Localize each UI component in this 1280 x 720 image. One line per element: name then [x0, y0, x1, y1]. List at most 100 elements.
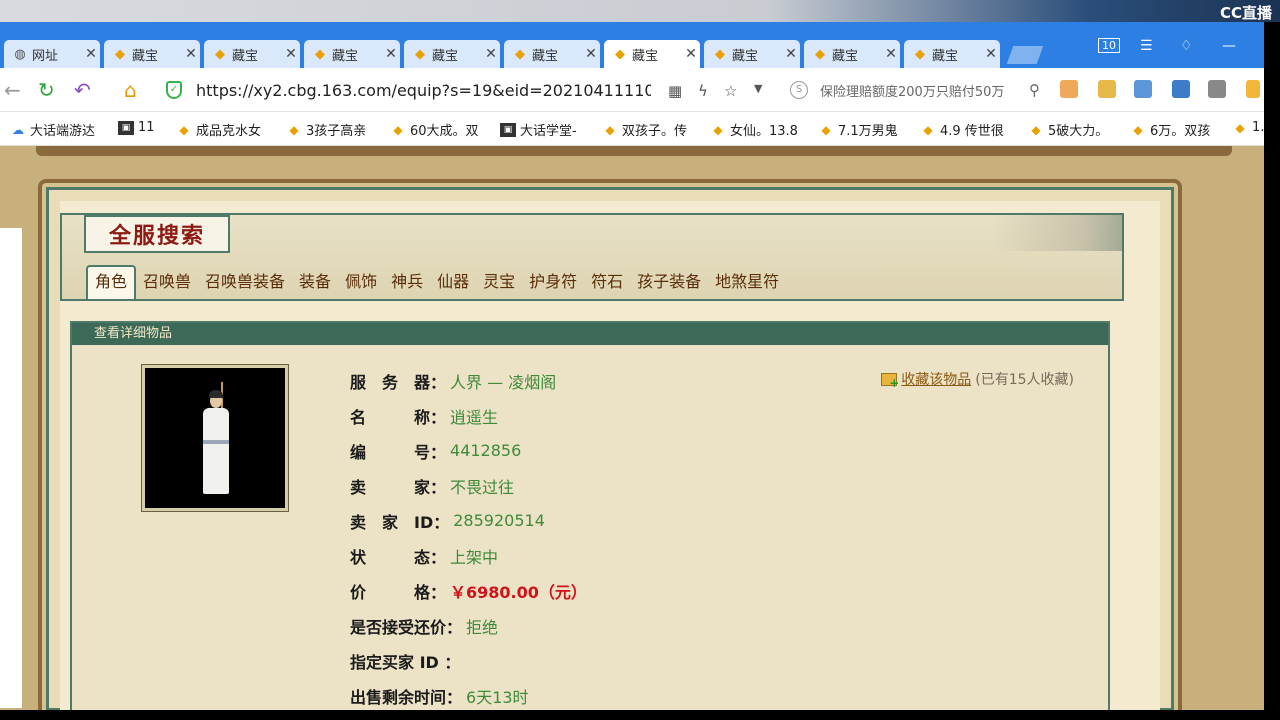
tab-label: 藏宝	[332, 48, 359, 64]
bookmark-item[interactable]: ◆ 6万。双孩	[1130, 120, 1210, 140]
star-icon[interactable]: ☆	[724, 82, 737, 100]
chick-icon: ◆	[815, 46, 825, 62]
tab-immortal-tool[interactable]: 仙器	[430, 265, 476, 299]
chick-icon: ◆	[115, 46, 125, 62]
close-icon[interactable]: ✕	[482, 46, 500, 62]
favorite-count: (已有15人收藏)	[975, 372, 1074, 388]
search-title: 全服搜索	[84, 215, 230, 253]
item-detail-panel: 查看详细物品 收藏该物品 (已有15人收藏)	[70, 321, 1110, 710]
close-icon[interactable]: ✕	[182, 46, 200, 62]
close-icon[interactable]: ✕	[982, 46, 1000, 62]
menu-icon[interactable]: ☰	[1140, 38, 1153, 54]
chick-icon: ◆	[713, 122, 723, 137]
back-icon[interactable]: ←	[4, 78, 21, 102]
security-shield-icon: ✓	[166, 81, 182, 99]
tab-label: 藏宝	[832, 48, 859, 64]
bookmark-item[interactable]: ◆ 成品克水女	[176, 120, 261, 140]
chick-icon: ◆	[1133, 122, 1143, 137]
tab-3[interactable]: ◆ 藏宝 ✕	[304, 40, 400, 68]
close-icon[interactable]: ✕	[382, 46, 400, 62]
tab-divine-weapon[interactable]: 神兵	[384, 265, 430, 299]
minimize-icon[interactable]: —	[1222, 38, 1236, 54]
tab-equipment[interactable]: 装备	[292, 265, 338, 299]
chick-icon: ◆	[1031, 122, 1041, 137]
tab-spirit-treasure[interactable]: 灵宝	[476, 265, 522, 299]
bookmark-item[interactable]: ◆ 5破大力。	[1028, 120, 1108, 140]
field-seller-id: 卖 家 ID： 285920514	[350, 511, 545, 532]
extension-icon[interactable]	[1060, 80, 1078, 98]
chick-icon: ◆	[515, 46, 525, 62]
search-box[interactable]: S 保险理赔额度200万只赔付50万 ⚲	[790, 76, 1040, 104]
tab-star-talisman[interactable]: 地煞星符	[708, 265, 786, 299]
bookmarks-bar: ☁ 大话端游达 ▣ 11 ◆ 成品克水女 ◆ 3孩子高亲 ◆ 60大成。双 ▣ 大话学堂- …	[0, 112, 1264, 146]
tab-5[interactable]: ◆ 藏宝 ✕	[504, 40, 600, 68]
tab-amulet[interactable]: 护身符	[522, 265, 584, 299]
bookmark-item[interactable]: ◆ 双孩子。传	[602, 120, 687, 140]
tab-accessory[interactable]: 佩饰	[338, 265, 384, 299]
home-icon[interactable]: ⌂	[124, 78, 137, 102]
close-icon[interactable]: ✕	[582, 46, 600, 62]
globe-icon: ◍	[14, 46, 26, 62]
tab-bar: ◍ 网址 ✕ ◆ 藏宝 ✕ ◆ 藏宝 ✕ ◆ 藏宝 ✕ ◆ 藏宝 ✕ ◆ 藏宝 …	[0, 22, 1264, 68]
page-top-border	[36, 146, 1232, 156]
tab-1[interactable]: ◆ 藏宝 ✕	[104, 40, 200, 68]
url-text[interactable]: https://xy2.cbg.163.com/equip?s=19&eid=2…	[196, 81, 651, 100]
category-tabs: 角色 召唤兽 召唤兽装备 装备 佩饰 神兵 仙器 灵宝 护身符 符石 孩子装备 …	[86, 265, 786, 299]
tab-rune-stone[interactable]: 符石	[584, 265, 630, 299]
browser-window: ◍ 网址 ✕ ◆ 藏宝 ✕ ◆ 藏宝 ✕ ◆ 藏宝 ✕ ◆ 藏宝 ✕ ◆ 藏宝 …	[0, 22, 1264, 710]
tab-0[interactable]: ◍ 网址 ✕	[4, 40, 100, 68]
search-input[interactable]: 保险理赔额度200万只赔付50万	[820, 81, 1023, 100]
chick-icon: ◆	[315, 46, 325, 62]
tab-summon-beast[interactable]: 召唤兽	[136, 265, 198, 299]
chick-icon: ◆	[415, 46, 425, 62]
bookmark-item[interactable]: ◆ 女仙。13.8	[710, 120, 798, 140]
chick-icon: ◆	[615, 46, 625, 62]
close-icon[interactable]: ✕	[782, 46, 800, 62]
bookmark-item[interactable]: ◆ 1.	[1232, 120, 1264, 135]
close-icon[interactable]: ✕	[882, 46, 900, 62]
scissors-icon[interactable]	[1208, 80, 1226, 98]
screenshot-icon[interactable]	[1172, 80, 1190, 98]
tab-4[interactable]: ◆ 藏宝 ✕	[404, 40, 500, 68]
close-icon[interactable]: ✕	[82, 46, 100, 62]
bookmark-item[interactable]: ▣ 11	[118, 120, 155, 135]
tab-7[interactable]: ◆ 藏宝 ✕	[704, 40, 800, 68]
bookmark-item[interactable]: ◆ 7.1万男鬼	[818, 120, 897, 140]
tab-label: 藏宝	[132, 48, 159, 64]
chick-icon: ◆	[179, 122, 189, 137]
tab-2[interactable]: ◆ 藏宝 ✕	[204, 40, 300, 68]
lightning-icon[interactable]: ϟ	[698, 82, 708, 100]
undo-icon[interactable]: ↶	[74, 78, 91, 102]
search-engine-icon: S	[790, 81, 808, 99]
translate-icon[interactable]	[1134, 80, 1152, 98]
tab-label: 网址	[32, 48, 59, 64]
refresh-icon[interactable]: ↻	[38, 78, 55, 102]
tab-child-equipment[interactable]: 孩子装备	[630, 265, 708, 299]
left-margin	[0, 228, 22, 708]
tab-count-badge[interactable]: 10	[1098, 38, 1120, 53]
search-icon[interactable]: ⚲	[1029, 81, 1040, 99]
emoji-icon[interactable]	[1246, 80, 1260, 98]
bookmark-item[interactable]: ◆ 3孩子高亲	[286, 120, 366, 140]
tab-9[interactable]: ◆ 藏宝 ✕	[904, 40, 1000, 68]
field-seller: 卖 家： 不畏过往	[350, 477, 515, 497]
tab-8[interactable]: ◆ 藏宝 ✕	[804, 40, 900, 68]
qr-code-icon[interactable]: ▦	[668, 82, 682, 100]
bookmark-item[interactable]: ☁ 大话端游达	[10, 120, 95, 140]
tab-6-active[interactable]: ◆ 藏宝 ✕	[604, 40, 700, 68]
web-page: 全服搜索 角色 召唤兽 召唤兽装备 装备 佩饰 神兵 仙器 灵宝 护身符 符石 …	[0, 146, 1264, 710]
skin-icon[interactable]: ♢	[1180, 38, 1193, 54]
bookmark-item[interactable]: ◆ 60大成。双	[390, 120, 478, 140]
key-icon[interactable]	[1098, 80, 1116, 98]
close-icon[interactable]: ✕	[282, 46, 300, 62]
bookmark-item[interactable]: ◆ 4.9 传世很	[920, 120, 1003, 140]
close-icon[interactable]: ✕	[682, 46, 700, 62]
tab-summon-equipment[interactable]: 召唤兽装备	[198, 265, 292, 299]
tab-role[interactable]: 角色	[86, 265, 137, 299]
chevron-down-icon[interactable]: ▼	[754, 82, 762, 95]
bookmark-item[interactable]: ▣ 大话学堂-	[500, 120, 577, 139]
field-price: 价 格： ￥6980.00（元）	[350, 582, 587, 602]
new-tab-button[interactable]	[1006, 46, 1044, 64]
chick-icon: ◆	[393, 122, 403, 137]
content-inner: 全服搜索 角色 召唤兽 召唤兽装备 装备 佩饰 神兵 仙器 灵宝 护身符 符石 …	[60, 201, 1160, 710]
